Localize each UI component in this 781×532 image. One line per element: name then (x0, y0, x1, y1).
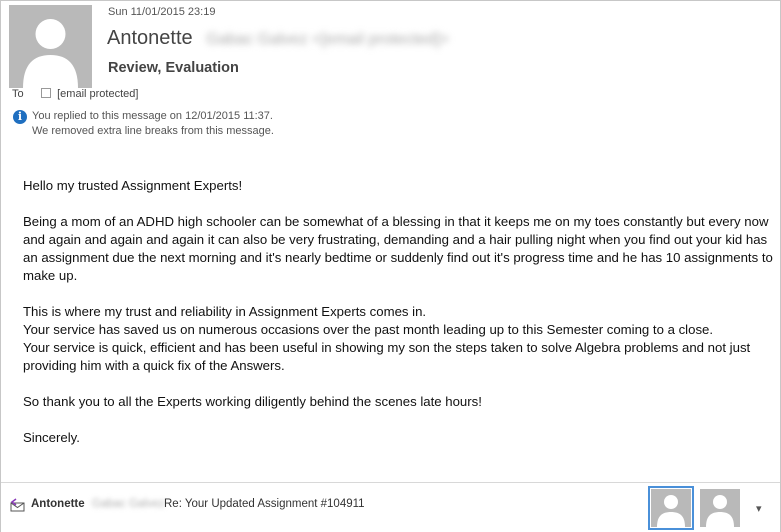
person-silhouette-icon (651, 489, 691, 527)
related-sender: Antonette Gabac Galvez (31, 498, 165, 510)
contact-avatar-2[interactable] (700, 489, 740, 527)
related-sender-name: Antonette (31, 498, 85, 510)
paragraph-1: Being a mom of an ADHD high schooler can… (23, 214, 773, 283)
message-body: Hello my trusted Assignment Experts! Bei… (23, 177, 773, 465)
info-icon[interactable]: i (13, 110, 27, 124)
paragraph-3: So thank you to all the Experts working … (23, 394, 482, 409)
related-subject[interactable]: Re: Your Updated Assignment #104911 (164, 498, 365, 510)
chevron-down-icon[interactable]: ▾ (756, 502, 762, 515)
greeting: Hello my trusted Assignment Experts! (23, 178, 243, 193)
sender-name: Antonette (107, 27, 193, 49)
person-silhouette-icon (700, 489, 740, 527)
sent-date: Sun 11/01/2015 23:19 (108, 6, 216, 18)
related-message-bar[interactable]: Antonette Gabac Galvez Re: Your Updated … (1, 482, 780, 532)
paragraph-2-line-3: Your service is quick, efficient and has… (23, 340, 751, 373)
reply-envelope-icon (10, 498, 25, 512)
contact-avatar-1[interactable] (648, 486, 694, 530)
related-sender-redacted: Gabac Galvez (91, 498, 165, 510)
recipient-address[interactable]: [email protected] (57, 88, 138, 100)
info-bar: i You replied to this message on 12/01/2… (13, 109, 274, 139)
paragraph-2: This is where my trust and reliability i… (23, 303, 773, 375)
info-line-linebreaks[interactable]: We removed extra line breaks from this m… (32, 124, 274, 139)
recipients-row: To [email protected] (12, 88, 138, 100)
closing: Sincerely. (23, 430, 80, 445)
sender-avatar[interactable] (9, 5, 92, 88)
info-line-replied[interactable]: You replied to this message on 12/01/201… (32, 109, 274, 124)
paragraph-2-line-1: This is where my trust and reliability i… (23, 304, 427, 319)
sender-email-redacted: Gabac Galvez <[email protected]> (206, 31, 449, 48)
email-reading-pane: Sun 11/01/2015 23:19 Antonette Gabac Gal… (0, 0, 781, 532)
paragraph-2-line-2: Your service has saved us on numerous oc… (23, 322, 714, 337)
to-label: To (12, 88, 24, 100)
person-silhouette-icon (9, 5, 92, 88)
email-subject: Review, Evaluation (108, 60, 239, 76)
sender[interactable]: Antonette Gabac Galvez <[email protected… (107, 27, 449, 50)
recipient-checkbox-icon[interactable] (41, 88, 52, 98)
